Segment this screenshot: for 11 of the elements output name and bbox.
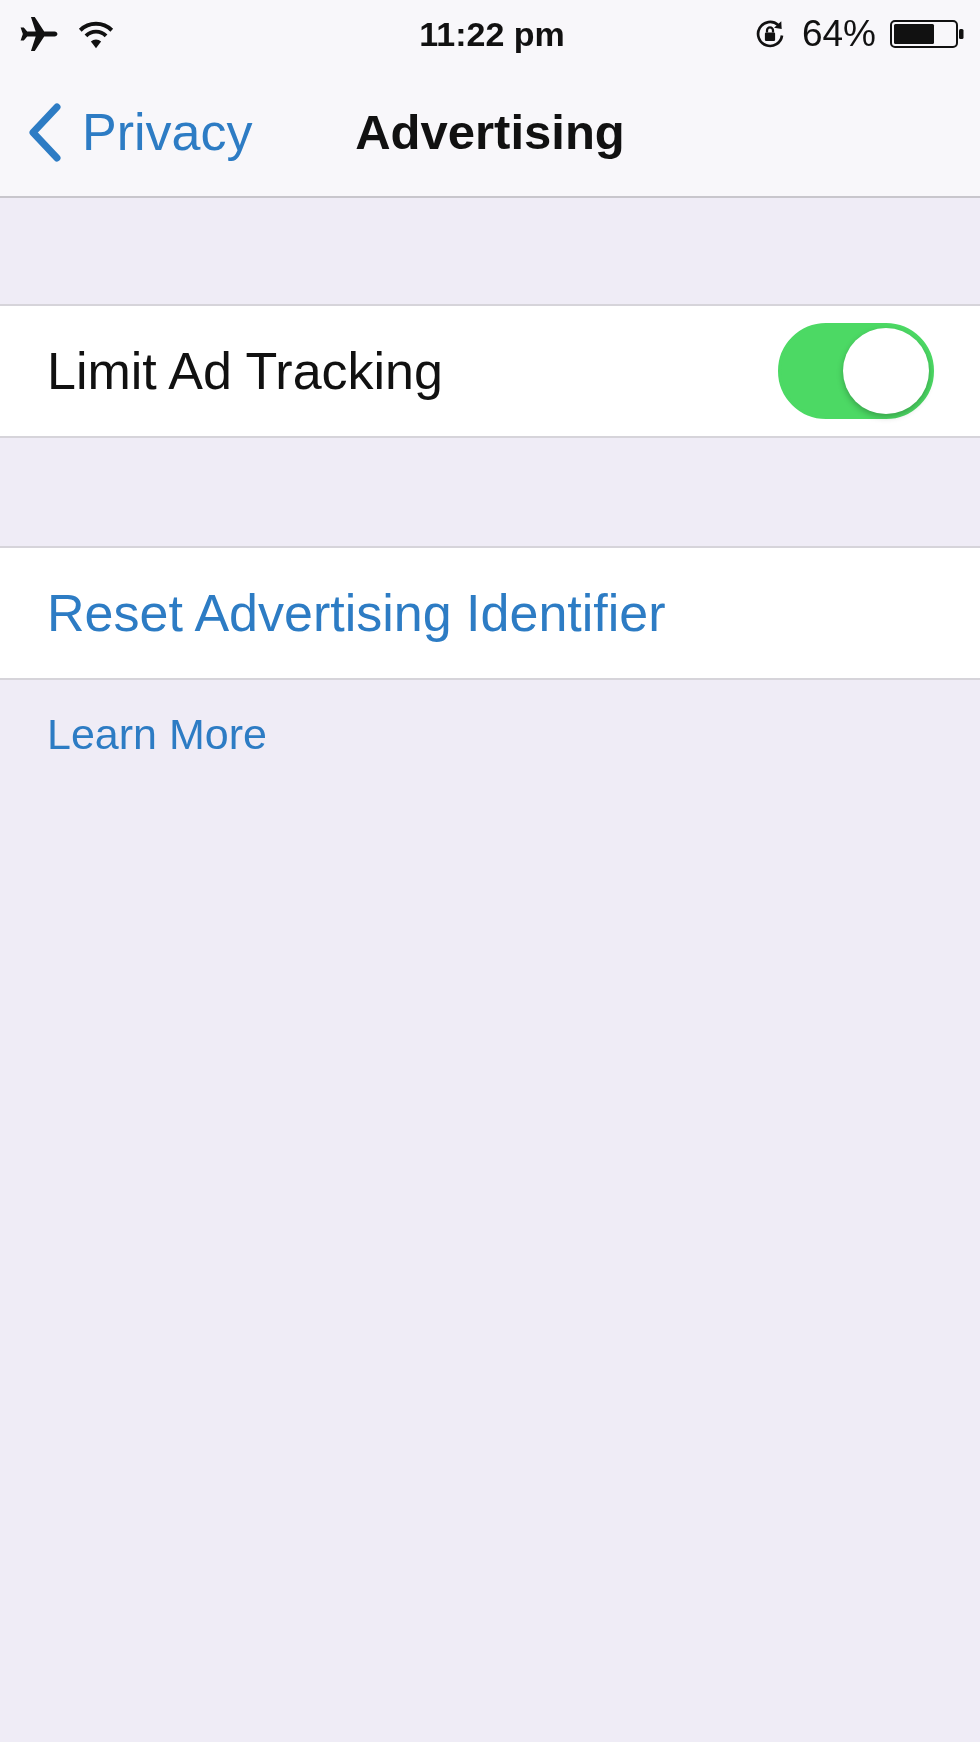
nav-title: Advertising xyxy=(355,104,625,160)
list-button[interactable]: Reset Advertising Identifier xyxy=(0,546,980,680)
footer-link[interactable]: Learn More xyxy=(47,710,267,758)
chevron-left-icon xyxy=(26,102,62,162)
battery-percentage: 64% xyxy=(801,13,876,55)
row-label: Limit Ad Tracking xyxy=(47,341,443,401)
battery-icon xyxy=(890,20,964,48)
airplane-icon xyxy=(20,17,58,51)
status-time: 11:22 pm xyxy=(419,14,565,54)
wifi-icon xyxy=(78,19,114,49)
back-button[interactable]: Privacy xyxy=(26,102,253,162)
